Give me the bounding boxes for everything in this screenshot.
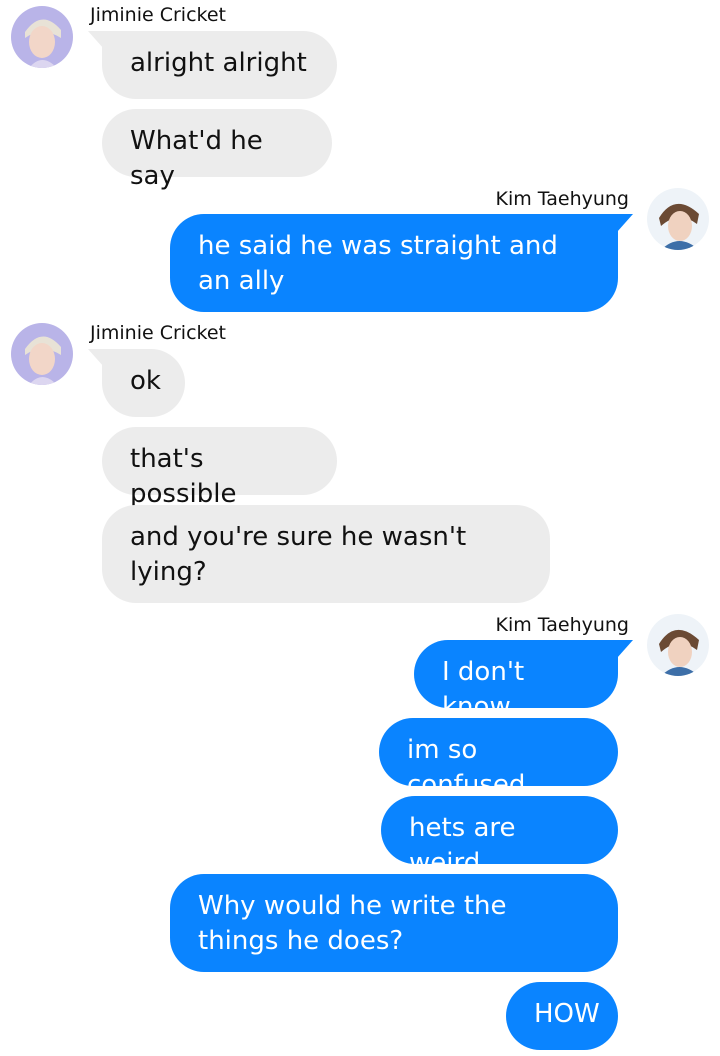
message-bubble[interactable]: alright alright	[102, 31, 337, 99]
message-bubble[interactable]: Why would he write the things he does?	[170, 874, 618, 972]
message-bubble[interactable]: ok	[102, 349, 185, 417]
message-bubble[interactable]: hets are weird	[381, 796, 618, 878]
message-bubble[interactable]: im so confused	[379, 718, 618, 800]
sender-name: Kim Taehyung	[495, 614, 629, 636]
bubble-tail	[617, 214, 633, 232]
avatar-taehyung[interactable]	[647, 614, 709, 676]
message-bubble[interactable]: I don't know	[414, 640, 618, 722]
avatar-jimin[interactable]	[11, 323, 73, 385]
message-bubble[interactable]: HOW	[506, 982, 618, 1050]
message-bubble[interactable]: What'd he say	[102, 109, 332, 191]
sender-name: Jiminie Cricket	[90, 322, 226, 344]
bubble-tail	[617, 640, 633, 658]
message-bubble[interactable]: that's possible	[102, 427, 337, 509]
sender-name: Kim Taehyung	[495, 188, 629, 210]
avatar-jimin[interactable]	[11, 6, 73, 68]
sender-name: Jiminie Cricket	[90, 4, 226, 26]
message-bubble[interactable]: he said he was straight and an ally	[170, 214, 618, 312]
message-bubble[interactable]: and you're sure he wasn't lying?	[102, 505, 550, 603]
avatar-taehyung[interactable]	[647, 188, 709, 250]
